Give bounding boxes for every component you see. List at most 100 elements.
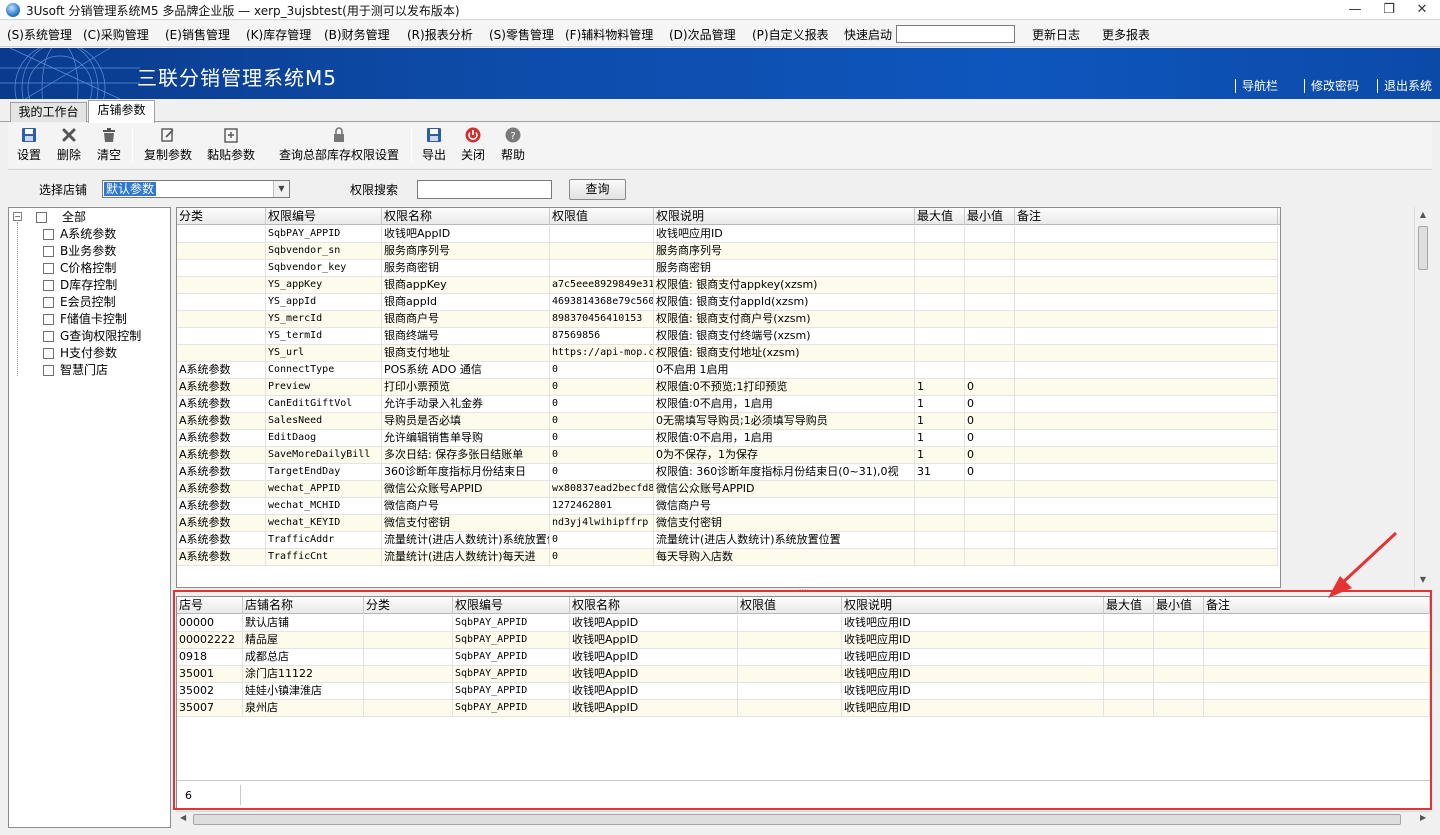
column-header[interactable]: 权限名称: [570, 597, 738, 614]
hscroll-thumb[interactable]: [193, 814, 1401, 825]
help-button[interactable]: ? 帮助: [500, 127, 526, 163]
column-header[interactable]: 最大值: [1104, 597, 1154, 614]
menu-purchase[interactable]: (C)采购管理: [83, 26, 149, 43]
table-row[interactable]: 35007 泉州店 SqbPAY_APPID 收钱吧AppID 收钱吧应用ID: [177, 700, 1430, 717]
column-header[interactable]: 最小值: [1154, 597, 1204, 614]
checkbox[interactable]: [43, 263, 54, 274]
scroll-right-icon[interactable]: ▶: [1420, 813, 1426, 822]
checkbox[interactable]: [43, 280, 54, 291]
checkbox[interactable]: [43, 348, 54, 359]
column-header[interactable]: 分类: [177, 208, 266, 225]
close-window-button[interactable]: ✕: [1407, 0, 1437, 20]
column-header[interactable]: 备注: [1015, 208, 1278, 225]
scroll-up-icon[interactable]: ▲: [1415, 207, 1431, 223]
horizontal-scrollbar[interactable]: ◀ ▶: [176, 811, 1431, 827]
quick-start-input[interactable]: [896, 25, 1015, 43]
logout-link[interactable]: 退出系统: [1377, 79, 1432, 93]
tab-store-params[interactable]: 店铺参数: [88, 100, 155, 123]
table-row[interactable]: A系统参数 wechat_MCHID 微信商户号 1272462801 微信商户号: [177, 498, 1278, 515]
scroll-left-icon[interactable]: ◀: [180, 813, 186, 822]
menu-finance[interactable]: (B)财务管理: [324, 26, 390, 43]
table-cell: [1015, 328, 1278, 345]
table-row[interactable]: 00000 默认店铺 SqbPAY_APPID 收钱吧AppID 收钱吧应用ID: [177, 615, 1430, 632]
checkbox[interactable]: [43, 365, 54, 376]
settings-button[interactable]: 设置: [16, 127, 42, 163]
column-header[interactable]: 最小值: [965, 208, 1015, 225]
column-header[interactable]: 分类: [364, 597, 453, 614]
checkbox[interactable]: [43, 314, 54, 325]
checkbox[interactable]: [36, 212, 47, 223]
store-select[interactable]: 默认参数 ▼: [102, 180, 290, 198]
query-hq-inventory-button[interactable]: 查询总部库存权限设置: [278, 127, 400, 163]
table-row[interactable]: A系统参数 SaveMoreDailyBill 多次日结: 保存多张日结账单 0 0为不…: [177, 447, 1278, 464]
collapse-icon[interactable]: −: [13, 212, 22, 221]
menu-changelog[interactable]: 更新日志: [1032, 26, 1080, 43]
table-row[interactable]: A系统参数 CanEditGiftVol 允许手动录入礼金券 0 权限值:0不启用，1启…: [177, 396, 1278, 413]
table-row[interactable]: 35002 娃娃小镇津淮店 SqbPAY_APPID 收钱吧AppID 收钱吧应用ID: [177, 683, 1430, 700]
checkbox[interactable]: [43, 331, 54, 342]
column-header[interactable]: 权限名称: [382, 208, 550, 225]
checkbox[interactable]: [43, 297, 54, 308]
params-grid-scrollbar[interactable]: ▲ ▼: [1414, 207, 1431, 588]
table-row[interactable]: A系统参数 wechat_APPID 微信公众账号APPID wx80837ead2b…: [177, 481, 1278, 498]
table-row[interactable]: Sqbvendor_key 服务商密钥 服务商密钥: [177, 260, 1278, 277]
table-row[interactable]: YS_appKey 银商appKey a7c5eee8929849e31 权限值: 银…: [177, 277, 1278, 294]
table-cell: A系统参数: [177, 515, 266, 532]
close-button[interactable]: 关闭: [460, 127, 486, 163]
column-header[interactable]: 权限值: [550, 208, 654, 225]
scroll-thumb[interactable]: [1418, 226, 1428, 270]
table-row[interactable]: YS_mercId 银商商户号 898370456410153 权限值: 银商支付商户…: [177, 311, 1278, 328]
table-row[interactable]: A系统参数 Preview 打印小票预览 0 权限值:0不预览;1打印预览 1 0: [177, 379, 1278, 396]
table-row[interactable]: Sqbvendor_sn 服务商序列号 服务商序列号: [177, 243, 1278, 260]
menu-custom-reports[interactable]: (P)自定义报表: [752, 26, 829, 43]
column-header[interactable]: 权限编号: [266, 208, 382, 225]
table-row[interactable]: 0918 成都总店 SqbPAY_APPID 收钱吧AppID 收钱吧应用ID: [177, 649, 1430, 666]
delete-button[interactable]: 删除: [56, 127, 82, 163]
column-header[interactable]: 最大值: [915, 208, 965, 225]
clear-button[interactable]: 清空: [96, 127, 122, 163]
table-row[interactable]: A系统参数 wechat_KEYID 微信支付密钥 nd3yj4lwihipffrp 微…: [177, 515, 1278, 532]
paste-params-button[interactable]: 黏贴参数: [205, 127, 257, 163]
menu-materials[interactable]: (F)辅料物料管理: [565, 26, 653, 43]
nav-bar-link[interactable]: 导航栏: [1235, 79, 1278, 93]
table-row[interactable]: A系统参数 TargetEndDay 360诊断年度指标月份结束日 0 权限值: 360…: [177, 464, 1278, 481]
table-row[interactable]: A系统参数 SalesNeed 导购员是否必填 0 0无需填写导购员;1必须填写导购员 1…: [177, 413, 1278, 430]
column-header[interactable]: 店号: [177, 597, 243, 614]
table-row[interactable]: 00002222 精品屋 SqbPAY_APPID 收钱吧AppID 收钱吧应用ID: [177, 632, 1430, 649]
column-header[interactable]: 权限说明: [654, 208, 915, 225]
table-row[interactable]: A系统参数TrafficAddr流量统计(进店人数统计)系统放置位置0流量统计(…: [177, 532, 1278, 549]
table-row[interactable]: A系统参数 EditDaog 允许编辑销售单导购 0 权限值:0不启用，1启用 1 0: [177, 430, 1278, 447]
maximize-button[interactable]: ❐: [1374, 0, 1404, 20]
column-header[interactable]: 店铺名称: [243, 597, 364, 614]
minimize-button[interactable]: —: [1340, 0, 1370, 20]
column-header[interactable]: 权限编号: [453, 597, 570, 614]
table-row[interactable]: YS_termId 银商终端号 87569856 权限值: 银商支付终端号(xzsm): [177, 328, 1278, 345]
tab-my-workbench[interactable]: 我的工作台: [10, 102, 87, 122]
table-row[interactable]: YS_appId 银商appId 4693814368e79c560 权限值: 银商支…: [177, 294, 1278, 311]
menu-system[interactable]: (S)系统管理: [7, 26, 72, 43]
table-cell: 0: [965, 396, 1015, 413]
menu-inventory[interactable]: (K)库存管理: [246, 26, 311, 43]
scroll-down-icon[interactable]: ▼: [1415, 572, 1431, 588]
checkbox[interactable]: [43, 246, 54, 257]
export-button[interactable]: 导出: [421, 127, 447, 163]
table-row[interactable]: YS_url 银商支付地址 https://api-mop.c 权限值: 银商支付地址…: [177, 345, 1278, 362]
checkbox[interactable]: [43, 229, 54, 240]
menu-reports[interactable]: (R)报表分析: [407, 26, 473, 43]
menu-more-reports[interactable]: 更多报表: [1102, 26, 1150, 43]
menu-retail[interactable]: (S)零售管理: [489, 26, 554, 43]
perm-search-input[interactable]: [417, 180, 552, 199]
column-header[interactable]: 权限说明: [842, 597, 1104, 614]
table-row[interactable]: A系统参数 TrafficCnt 流量统计(进店人数统计)每天进 0 每天导购入店数: [177, 549, 1278, 566]
chevron-down-icon[interactable]: ▼: [273, 181, 289, 197]
change-password-link[interactable]: 修改密码: [1304, 79, 1359, 93]
splitter-grip[interactable]: ····: [796, 587, 812, 595]
menu-defective[interactable]: (D)次品管理: [669, 26, 736, 43]
table-row[interactable]: 35001 涂门店11122 SqbPAY_APPID 收钱吧AppID 收钱吧应用ID: [177, 666, 1430, 683]
column-header[interactable]: 权限值: [738, 597, 842, 614]
query-button[interactable]: 查询: [569, 179, 626, 200]
table-row[interactable]: A系统参数 ConnectType POS系统 ADO 通信 0 0不启用 1启用: [177, 362, 1278, 379]
copy-params-button[interactable]: 复制参数: [142, 127, 194, 163]
menu-sales[interactable]: (E)销售管理: [165, 26, 230, 43]
table-row[interactable]: SqbPAY_APPID 收钱吧AppID 收钱吧应用ID: [177, 226, 1278, 243]
